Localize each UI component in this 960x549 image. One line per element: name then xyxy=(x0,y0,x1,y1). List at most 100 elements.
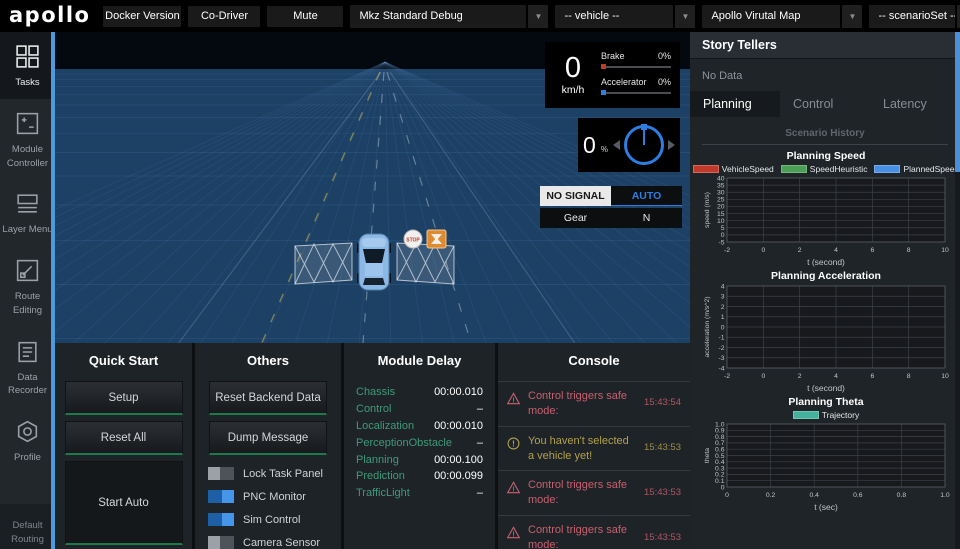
reset-backend-data-button[interactable]: Reset Backend Data xyxy=(209,381,327,415)
chart-plot: 43210-1-2-3-4-20246810acceleration (m/s^… xyxy=(701,283,951,383)
barrier-left xyxy=(295,243,352,284)
start-auto-button[interactable]: Start Auto xyxy=(65,461,183,545)
sidebar-item-route-editing[interactable]: Route Editing xyxy=(0,246,55,327)
module-delay-row-localization: Localization00:00.010 xyxy=(344,418,495,435)
tab-latency[interactable]: Latency xyxy=(870,91,960,117)
camera-sensor-toggle[interactable] xyxy=(208,536,234,549)
scenarioset-dropdown[interactable]: -- scenarioSet --▼ xyxy=(869,5,960,28)
toggle-label: Sim Control xyxy=(243,514,300,526)
sidebar-item-module-controller[interactable]: Module Controller xyxy=(0,99,55,180)
apollo-virutal-map-dropdown[interactable]: Apollo Virutal Map▼ xyxy=(702,5,862,28)
svg-text:15: 15 xyxy=(717,211,725,218)
svg-text:20: 20 xyxy=(717,204,725,211)
svg-text:6: 6 xyxy=(870,373,874,380)
tab-control[interactable]: Control xyxy=(780,91,870,117)
legend-swatch xyxy=(874,165,900,173)
panel-title: Quick Start xyxy=(55,353,192,368)
svg-text:5: 5 xyxy=(721,225,725,232)
story-tellers-header: Story Tellers xyxy=(690,32,960,59)
accelerator-label: Accelerator xyxy=(601,77,647,87)
svg-text:2: 2 xyxy=(798,373,802,380)
pnc-monitor-toggle[interactable] xyxy=(208,490,234,503)
toggle-label: Lock Task Panel xyxy=(243,468,323,480)
module-delay-panel: Module Delay Chassis00:00.010Control–Loc… xyxy=(344,343,495,549)
co-driver-button[interactable]: Co-Driver xyxy=(188,6,260,27)
mkz-standard-debug-dropdown[interactable]: Mkz Standard Debug▼ xyxy=(350,5,548,28)
steering-right-arrow-icon xyxy=(668,140,675,150)
no-data-text: No Data xyxy=(690,59,960,91)
dropdown-value: Mkz Standard Debug xyxy=(359,10,526,22)
dump-message-button[interactable]: Dump Message xyxy=(209,421,327,455)
others-toggles: Lock Task PanelPNC MonitorSim ControlCam… xyxy=(195,467,341,549)
module-name: Control xyxy=(356,403,391,415)
sidebar-item-data-recorder[interactable]: Data Recorder xyxy=(0,327,55,408)
svg-text:!: ! xyxy=(512,439,515,448)
error-triangle-icon: ! xyxy=(507,481,521,499)
toggle-knob xyxy=(208,467,220,480)
console-panel: Console !Control triggers safe mode:15:4… xyxy=(498,343,690,549)
legend-item-speedheuristic: SpeedHeuristic xyxy=(781,164,868,174)
right-panel-scrollbar-thumb[interactable] xyxy=(955,32,960,172)
warning-circle-icon: ! xyxy=(507,437,521,455)
toggle-row-pnc-monitor: PNC Monitor xyxy=(208,490,341,503)
chevron-down-icon: ▼ xyxy=(955,5,960,28)
toggle-knob xyxy=(208,536,220,549)
chart-title: Planning Acceleration xyxy=(696,270,956,282)
accelerator-slider-knob xyxy=(601,90,606,95)
svg-text:-4: -4 xyxy=(718,365,724,372)
sidebar-item-layer-menu[interactable]: Layer Menu xyxy=(0,179,55,246)
main-3d-view[interactable]: STOP 0 km/h Brake 0% Accelerator 0% xyxy=(55,32,690,549)
sidebar-scrollbar[interactable] xyxy=(51,32,55,549)
chart-xlabel: t (second) xyxy=(696,383,956,393)
chart-planning-speed: Planning SpeedVehicleSpeedSpeedHeuristic… xyxy=(696,150,956,267)
console-message: !Control triggers safe mode:15:43:53 xyxy=(498,470,690,515)
legend-swatch xyxy=(793,411,819,419)
svg-text:6: 6 xyxy=(870,247,874,254)
toggle-row-lock-task-panel: Lock Task Panel xyxy=(208,467,341,480)
vehicle-dropdown[interactable]: -- vehicle --▼ xyxy=(555,5,695,28)
steering-top-marker xyxy=(641,124,647,130)
svg-text:25: 25 xyxy=(717,197,725,204)
sidebar-item-label: Data Recorder xyxy=(2,371,53,399)
svg-text:35: 35 xyxy=(717,182,725,189)
profile-icon xyxy=(14,418,41,445)
section-divider xyxy=(702,144,948,145)
sidebar-item-label: Default Routing xyxy=(2,519,53,547)
module-name: Planning xyxy=(356,454,399,466)
console-message-text: Control triggers safe mode: xyxy=(528,389,637,419)
sidebar-item-profile[interactable]: Profile xyxy=(0,407,55,474)
module-delay-value: 00:00.100 xyxy=(434,454,483,466)
console-message-time: 15:43:53 xyxy=(644,487,681,500)
reset-all-button[interactable]: Reset All xyxy=(65,421,183,455)
console-message-time: 15:43:54 xyxy=(644,397,681,410)
chart-ylabel: speed (m/s) xyxy=(704,192,711,228)
sidebar-item-label: Layer Menu xyxy=(2,223,53,237)
lock-task-panel-toggle[interactable] xyxy=(208,467,234,480)
sidebar-item-label: Tasks xyxy=(2,76,53,90)
svg-text:3: 3 xyxy=(721,294,725,301)
sidebar-item-default-routing[interactable]: Default Routing xyxy=(0,504,55,549)
legend-swatch xyxy=(781,165,807,173)
traffic-signal-status: NO SIGNAL xyxy=(540,186,611,206)
chart-xlabel: t (second) xyxy=(696,257,956,267)
story-tellers-panel: Story Tellers No Data PlanningControlLat… xyxy=(690,32,960,549)
sim-control-toggle[interactable] xyxy=(208,513,234,526)
svg-text:0: 0 xyxy=(761,247,765,254)
svg-text:-1: -1 xyxy=(718,335,724,342)
svg-text:40: 40 xyxy=(717,175,725,182)
docker-version-button[interactable]: Docker Version xyxy=(103,6,181,27)
svg-text:-2: -2 xyxy=(718,345,724,352)
module-name: Prediction xyxy=(356,470,405,482)
setup-button[interactable]: Setup xyxy=(65,381,183,415)
svg-text:4: 4 xyxy=(834,373,838,380)
console-message-time: 15:43:53 xyxy=(644,442,681,455)
module-name: Localization xyxy=(356,420,414,432)
sidebar-item-tasks[interactable]: Tasks xyxy=(0,32,55,99)
right-panel-scrollbar[interactable] xyxy=(955,32,960,549)
dropdown-value: -- vehicle -- xyxy=(564,10,673,22)
svg-text:0: 0 xyxy=(721,484,725,491)
tab-planning[interactable]: Planning xyxy=(690,91,780,117)
svg-text:2: 2 xyxy=(721,304,725,311)
mute-button[interactable]: Mute xyxy=(267,6,343,27)
svg-text:!: ! xyxy=(512,487,514,494)
